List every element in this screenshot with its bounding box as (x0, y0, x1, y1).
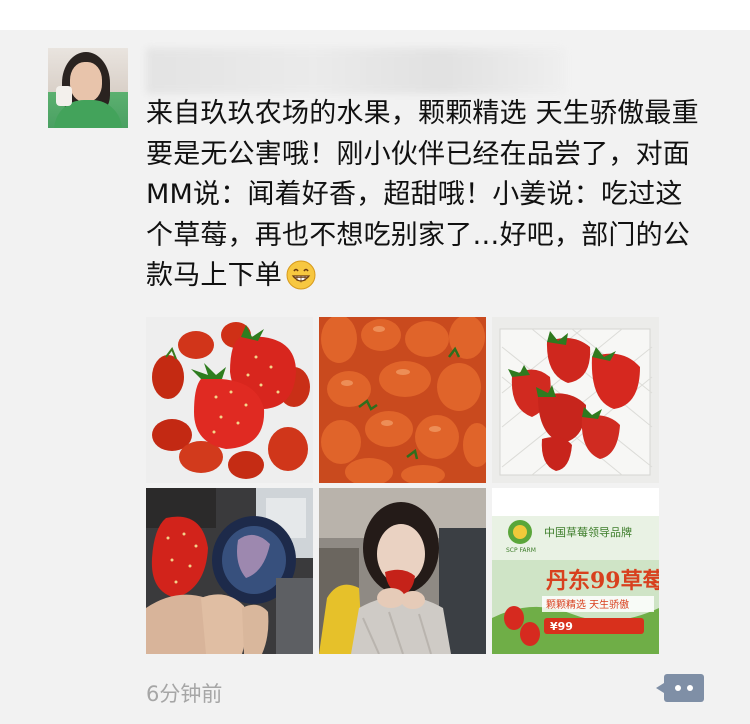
comment-dots-icon[interactable] (656, 674, 704, 702)
post-text-body: 来自玖玖农场的水果，颗颗精选 天生骄傲最重要是无公害哦！刚小伙伴已经在品尝了，对… (146, 98, 699, 291)
photo-strawberries-cherry-tomatoes[interactable] (146, 317, 313, 483)
photo-strawberries-in-foam-box[interactable] (492, 317, 659, 483)
farm-headline: 丹东99草莓 (546, 568, 659, 594)
photo-grid: SCP FARM 中国草莓领导品牌 丹东99草莓 颗颗精选 天生骄傲 ¥99 (146, 317, 659, 654)
photo-girl-eating-strawberry[interactable] (319, 488, 486, 654)
photo-cherry-tomatoes[interactable] (319, 317, 486, 483)
photo-farm-brand-poster[interactable]: SCP FARM 中国草莓领导品牌 丹东99草莓 颗颗精选 天生骄傲 ¥99 (492, 488, 659, 654)
moments-post: 来自玖玖农场的水果，颗颗精选 天生骄傲最重要是无公害哦！刚小伙伴已经在品尝了，对… (0, 30, 750, 724)
author-name-blurred[interactable] (146, 48, 566, 94)
farm-price-tag: ¥99 (550, 620, 573, 633)
avatar[interactable] (48, 48, 128, 128)
post-text: 来自玖玖农场的水果，颗颗精选 天生骄傲最重要是无公害哦！刚小伙伴已经在品尝了，对… (146, 94, 706, 297)
farm-brand-text: 中国草莓领导品牌 (544, 525, 632, 539)
post-timestamp: 6分钟前 (146, 682, 223, 706)
farm-slogan: 颗颗精选 天生骄傲 (546, 598, 629, 611)
grin-emoji-icon (286, 260, 316, 290)
farm-logo-text: SCP FARM (506, 547, 536, 554)
photo-hand-holding-strawberry[interactable] (146, 488, 313, 654)
